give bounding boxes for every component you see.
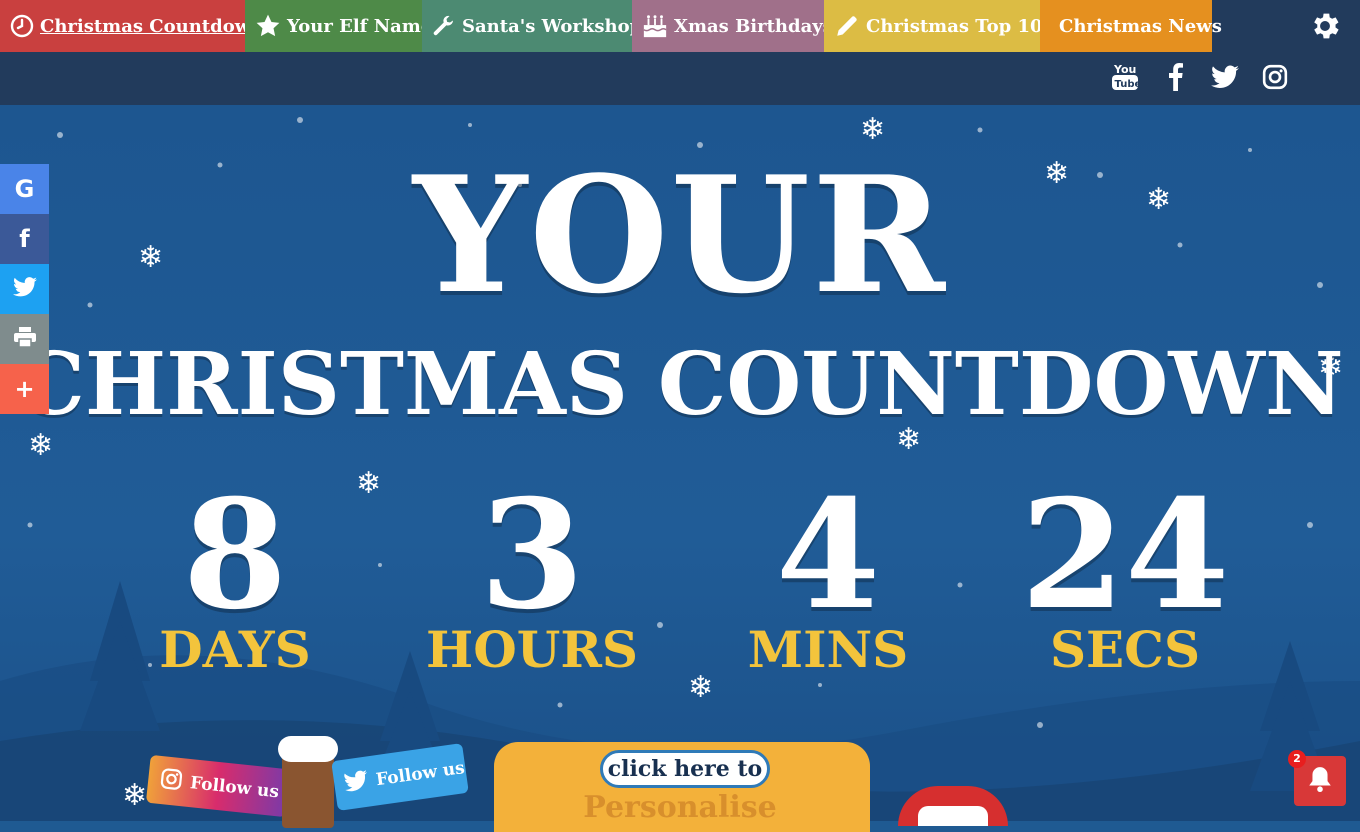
- days-value: 8: [182, 467, 288, 643]
- nav-item-christmas-countdown[interactable]: Christmas Countdown: [0, 0, 263, 52]
- mins-label: MINS: [747, 620, 909, 679]
- days-label: DAYS: [159, 620, 311, 679]
- top-navigation: Christmas Countdown Your Elf Name Santa'…: [0, 0, 1360, 52]
- countdown-hours: 3 HOURS: [412, 480, 652, 676]
- facebook-icon: f: [19, 225, 30, 253]
- more-share-button[interactable]: +: [0, 364, 49, 414]
- facebook-share-button[interactable]: f: [0, 214, 49, 264]
- instagram-icon: [159, 767, 184, 796]
- plus-icon: +: [14, 375, 35, 403]
- santa-hat-fur: [918, 806, 988, 826]
- share-sidebar: G f +: [0, 164, 49, 414]
- svg-text:Tube: Tube: [1115, 79, 1140, 90]
- countdown-secs: 24 SECS: [1005, 480, 1245, 676]
- svg-text:❄: ❄: [122, 778, 147, 813]
- personalise-label: Personalise: [583, 790, 777, 825]
- google-share-button[interactable]: G: [0, 164, 49, 214]
- nav-item-xmas-birthdays[interactable]: Xmas Birthdays: [632, 0, 833, 52]
- cake-icon: [642, 13, 668, 39]
- bell-icon: [1307, 765, 1333, 797]
- wrench-icon: [432, 13, 456, 39]
- svg-text:You: You: [1113, 63, 1136, 76]
- svg-text:❄: ❄: [356, 466, 381, 501]
- gear-icon[interactable]: [1308, 9, 1342, 43]
- title-christmas-countdown: CHRISTMAS COUNTDOWN: [16, 334, 1344, 435]
- twitter-follow-label: Follow us: [374, 758, 466, 791]
- title-your: YOUR: [412, 141, 948, 329]
- nav-label: Christmas News: [1059, 15, 1222, 37]
- instagram-icon[interactable]: [1260, 62, 1290, 92]
- mins-value: 4: [775, 467, 881, 643]
- google-icon: G: [14, 175, 35, 203]
- print-share-button[interactable]: [0, 314, 49, 364]
- nav-label: Santa's Workshop: [462, 15, 643, 37]
- nav-label: Christmas Top 10's: [866, 15, 1059, 37]
- twitter-icon[interactable]: [1210, 62, 1240, 92]
- print-icon: [13, 325, 36, 353]
- click-here-button[interactable]: click here to: [600, 750, 770, 788]
- twitter-icon: [12, 275, 37, 303]
- facebook-icon[interactable]: [1160, 62, 1190, 92]
- clock-icon: [10, 13, 34, 39]
- countdown-days: 8 DAYS: [115, 480, 355, 676]
- twitter-icon: [343, 769, 370, 797]
- instagram-follow-label: Follow us: [189, 773, 280, 803]
- notification-count-badge: 2: [1288, 750, 1306, 768]
- nav-item-santas-workshop[interactable]: Santa's Workshop: [422, 0, 642, 52]
- twitter-share-button[interactable]: [0, 264, 49, 314]
- nav-label: Your Elf Name: [287, 15, 433, 37]
- nav-item-christmas-news[interactable]: Christmas News: [1040, 0, 1222, 52]
- snow-cap-decoration: [278, 736, 338, 762]
- hours-label: HOURS: [425, 620, 639, 679]
- nav-item-christmas-top-10s[interactable]: Christmas Top 10's: [824, 0, 1058, 52]
- countdown-mins: 4 MINS: [708, 480, 948, 676]
- secs-value: 24: [1020, 467, 1230, 643]
- nav-item-elf-name[interactable]: Your Elf Name: [245, 0, 432, 52]
- hours-value: 3: [479, 467, 585, 643]
- nav-label: Christmas Countdown: [40, 15, 264, 37]
- social-links: You Tube: [1110, 62, 1290, 92]
- star-icon: [255, 13, 281, 39]
- nav-label: Xmas Birthdays: [674, 15, 833, 37]
- youtube-icon[interactable]: You Tube: [1110, 62, 1140, 92]
- pencil-icon: [834, 13, 860, 39]
